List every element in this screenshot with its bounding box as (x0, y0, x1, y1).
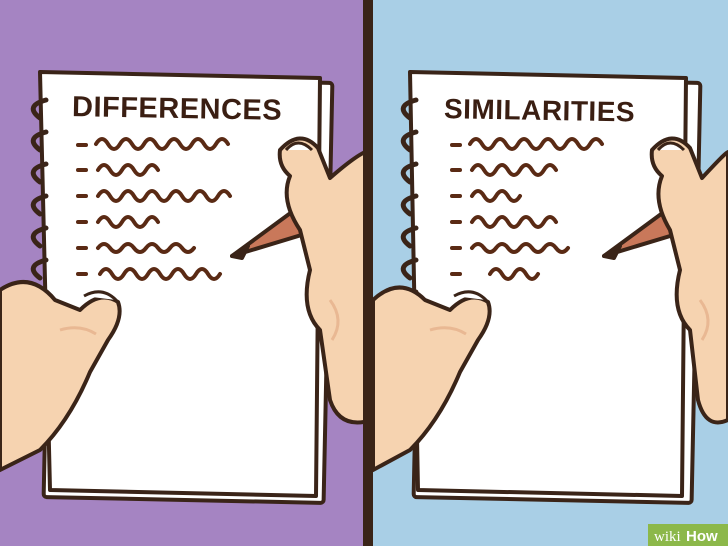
right-panel-title: SIMILARITIES (444, 93, 636, 127)
illustration: DIFFERENCES SIMILARITIES wiki How (0, 0, 728, 546)
watermark-how: How (686, 528, 718, 545)
left-panel-title: DIFFERENCES (72, 91, 283, 127)
left-panel: DIFFERENCES (0, 0, 374, 546)
wikihow-watermark: wiki How (648, 524, 728, 546)
left-notepad: DIFFERENCES (30, 70, 322, 498)
right-notepad: SIMILARITIES (400, 70, 688, 498)
watermark-wiki: wiki (654, 529, 681, 545)
right-panel: SIMILARITIES (371, 0, 728, 546)
